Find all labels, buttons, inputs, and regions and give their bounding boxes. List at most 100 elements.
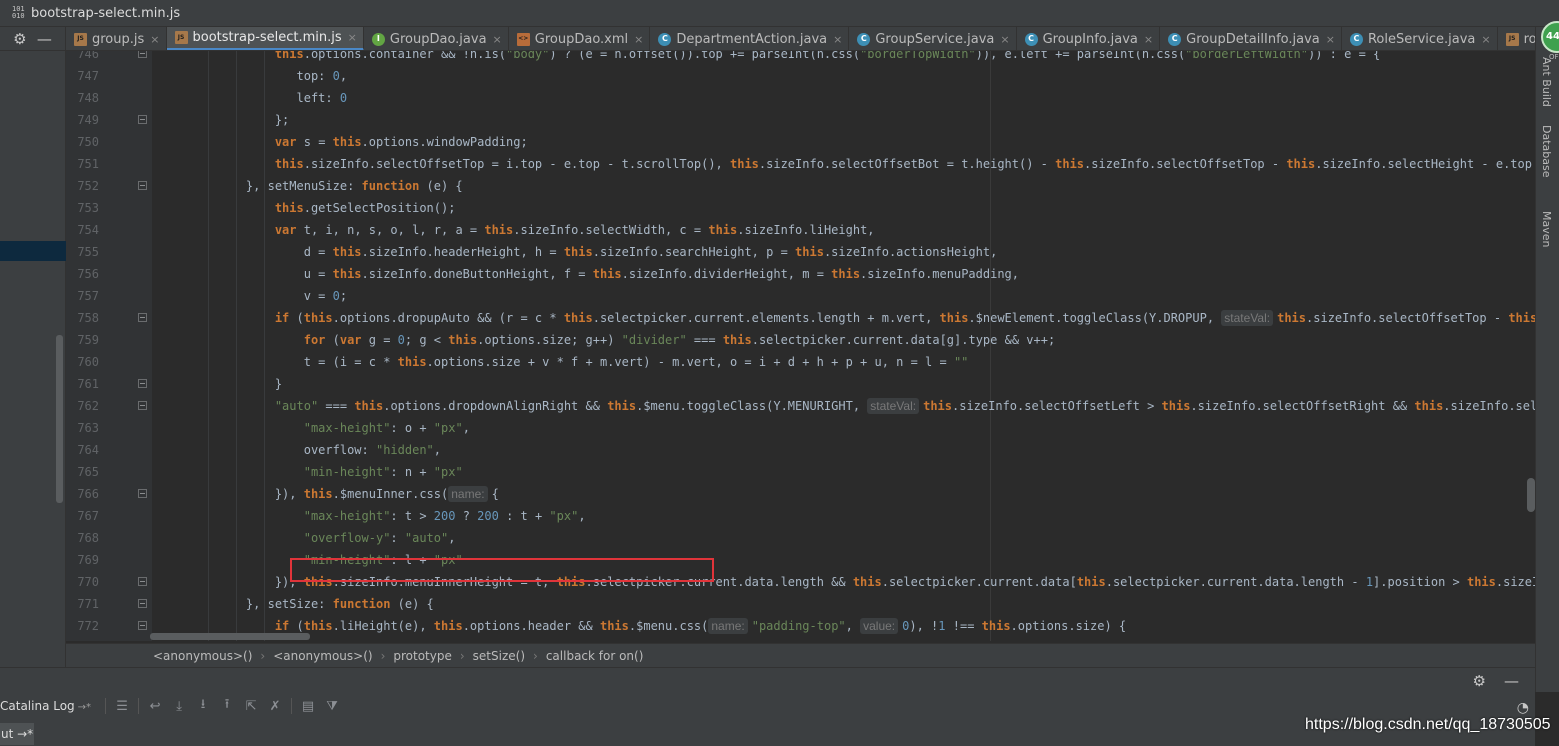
output-tab[interactable]: ut →*: [0, 723, 34, 745]
code-line: u = this.sizeInfo.doneButtonHeight, f = …: [152, 263, 1019, 285]
string-token: "min-height": [303, 465, 391, 479]
project-panel: ⚙ —: [0, 27, 66, 667]
keyword-token: this: [303, 311, 333, 325]
code-token: )), e.left += parseInt(n.css(: [975, 51, 1186, 61]
fold-marker-icon[interactable]: [138, 51, 147, 58]
keyword-token: function: [361, 179, 420, 193]
code-editor[interactable]: 746 747 748 749 750 751 752 753 754 755 756 757 758 7…: [66, 51, 1535, 641]
fold-marker-icon[interactable]: [138, 379, 147, 388]
editor-tab[interactable]: JS group.js ×: [66, 27, 167, 50]
code-token: (e) {: [419, 179, 463, 193]
string-token: "auto": [274, 399, 319, 413]
breadcrumb-item[interactable]: prototype: [393, 649, 451, 663]
code-token: .sizeInfo.selectWidth, c =: [513, 223, 709, 237]
code-token: ), !: [909, 619, 939, 633]
parameter-hint: value:: [860, 618, 899, 634]
catalina-log-tab[interactable]: Catalina Log →*: [0, 699, 91, 713]
string-token: "auto": [404, 531, 449, 545]
breadcrumb-item[interactable]: <anonymous>(): [273, 649, 372, 663]
fold-marker-icon[interactable]: [138, 577, 147, 586]
clear-all-icon[interactable]: ✗: [263, 699, 287, 714]
maven-tool[interactable]: Maven: [1540, 211, 1553, 247]
code-line: this.options.container && !n.is("body") …: [152, 51, 1380, 65]
export-icon[interactable]: ⇱: [239, 699, 263, 714]
editor-tab[interactable]: C GroupInfo.java ×: [1017, 27, 1161, 50]
scroll-to-end-icon[interactable]: ⤓: [167, 699, 191, 714]
minimize-icon[interactable]: —: [1504, 672, 1519, 690]
editor-tab[interactable]: C RoleService.java ×: [1342, 27, 1498, 50]
run-panel: ⚙ — Catalina Log →* ☰ ↩ ⤓ ⭳ ⭱ ⇱ ✗ ▤ ⧩ ◔ u…: [0, 667, 1535, 746]
close-tab-icon[interactable]: ×: [1326, 33, 1335, 46]
menu-icon[interactable]: ☰: [110, 699, 134, 714]
interface-icon: I: [371, 32, 385, 46]
editor-tab[interactable]: C GroupDetailInfo.java ×: [1160, 27, 1342, 50]
fold-marker-icon[interactable]: [138, 401, 147, 410]
soft-wrap-icon[interactable]: ↩: [143, 699, 167, 714]
fold-marker-icon[interactable]: [138, 599, 147, 608]
keyword-token: this: [981, 619, 1011, 633]
minimize-icon[interactable]: —: [37, 30, 52, 48]
editor-tab[interactable]: C GroupService.java ×: [849, 27, 1017, 50]
editor-tab[interactable]: JS bootstrap-select.min.js ×: [166, 27, 364, 50]
breadcrumb-separator: ›: [459, 648, 465, 663]
code-line: this.sizeInfo.selectOffsetTop = i.top - …: [152, 153, 1535, 175]
print-icon[interactable]: ▤: [296, 699, 320, 714]
fold-marker-icon[interactable]: [138, 181, 147, 190]
editor-tab[interactable]: C DepartmentAction.java ×: [650, 27, 850, 50]
close-tab-icon[interactable]: ×: [634, 33, 643, 46]
performance-icon[interactable]: ◔: [1517, 700, 1529, 716]
keyword-token: if: [274, 619, 290, 633]
fold-marker-icon[interactable]: [138, 489, 147, 498]
editor-tab-label: GroupDetailInfo.java: [1186, 31, 1320, 47]
line-number: 762: [77, 399, 99, 413]
code-token: ,: [448, 531, 456, 545]
upload-icon[interactable]: ⭱: [215, 695, 239, 717]
code-token: ?: [455, 509, 478, 523]
string-token: "divider": [621, 333, 687, 347]
editor-horizontal-scrollbar[interactable]: [150, 633, 310, 640]
code-line: var s = this.options.windowPadding;: [152, 131, 528, 153]
close-tab-icon[interactable]: ×: [493, 33, 502, 46]
close-tab-icon[interactable]: ×: [348, 31, 357, 44]
pin-icon[interactable]: →*: [78, 702, 91, 713]
code-token: .options.size + v * f + m.vert) - m.vert…: [426, 355, 954, 369]
database-tool[interactable]: Database: [1540, 125, 1553, 178]
project-selected-row[interactable]: [0, 241, 66, 261]
editor-tab[interactable]: JSrole.js×: [1498, 27, 1535, 50]
breadcrumb-item[interactable]: callback for on(): [546, 649, 644, 663]
line-number: 768: [77, 531, 99, 545]
close-tab-icon[interactable]: ×: [1144, 33, 1153, 46]
fold-marker-icon[interactable]: [138, 621, 147, 630]
code-line: }, setMenuSize: function (e) {: [152, 175, 463, 197]
download-icon[interactable]: ⭳: [191, 695, 215, 717]
close-tab-icon[interactable]: ×: [1481, 33, 1490, 46]
settings-gear-icon[interactable]: ⚙: [13, 30, 26, 48]
code-token: .selectpicker.current.data[g].type && v+…: [751, 333, 1056, 347]
close-tab-icon[interactable]: ×: [833, 33, 842, 46]
run-panel-actions: ⚙ —: [1473, 672, 1519, 690]
project-scrollbar[interactable]: [56, 335, 63, 503]
breadcrumb-item[interactable]: setSize(): [473, 649, 525, 663]
code-token: ,: [433, 443, 441, 457]
line-number: 761: [77, 377, 99, 391]
editor-tab[interactable]: I GroupDao.java ×: [364, 27, 509, 50]
breadcrumb-item[interactable]: <anonymous>(): [153, 649, 252, 663]
close-tab-icon[interactable]: ×: [150, 33, 159, 46]
code-token: (e) {: [390, 597, 434, 611]
fold-marker-icon[interactable]: [138, 115, 147, 124]
code-token: .options.windowPadding;: [361, 135, 528, 149]
ant-build-tool[interactable]: Ant Build: [1540, 57, 1553, 107]
keyword-token: this: [303, 487, 333, 501]
parameter-hint: name:: [448, 486, 488, 502]
editor-tab[interactable]: <> GroupDao.xml ×: [509, 27, 651, 50]
code-token: .sizeInfo.menu: [1495, 575, 1535, 589]
close-tab-icon[interactable]: ×: [1000, 33, 1009, 46]
code-token: .sizeInfo.selectOff: [1443, 399, 1535, 413]
filter-icon[interactable]: ⧩: [320, 699, 344, 714]
fold-marker-icon[interactable]: [138, 313, 147, 322]
settings-gear-icon[interactable]: ⚙: [1473, 672, 1486, 690]
editor-vertical-scrollbar[interactable]: [1527, 478, 1535, 512]
code-token: top:: [296, 69, 333, 83]
code-line: }: [152, 373, 282, 395]
number-token: 200: [433, 509, 456, 523]
